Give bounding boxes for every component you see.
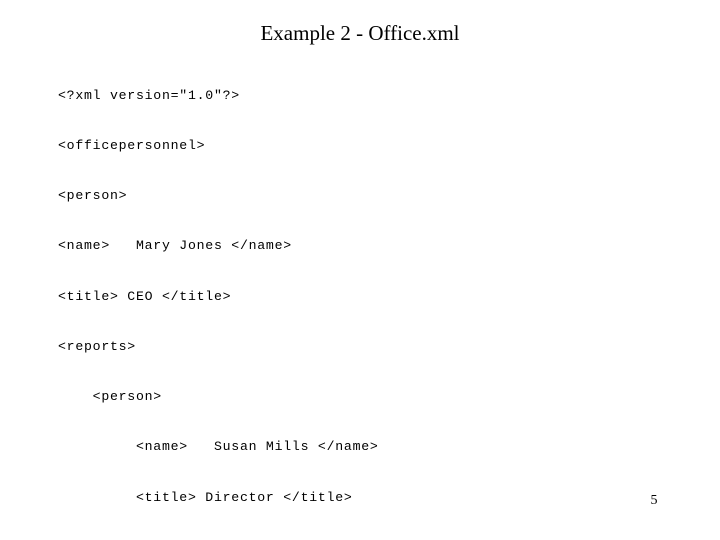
code-line: <?xml version="1.0"?> [58,87,240,103]
page-number: 5 [650,493,658,508]
code-line: <name> Susan Mills </name> [58,439,379,455]
xml-code-block: <?xml version="1.0"?> <officepersonnel> … [58,54,698,540]
code-line: <title> CEO </title> [58,288,232,304]
slide-canvas: Example 2 - Office.xml <?xml version="1.… [0,0,720,540]
page-title: Example 2 - Office.xml [260,21,460,45]
code-line: <person> [58,188,128,203]
code-line: <person> [58,389,162,404]
code-line: <officepersonnel> [58,137,206,153]
code-line: <reports> [58,338,136,354]
code-line: <name> Mary Jones </name> [58,238,292,254]
code-line: <title> Director </title> [58,489,353,505]
